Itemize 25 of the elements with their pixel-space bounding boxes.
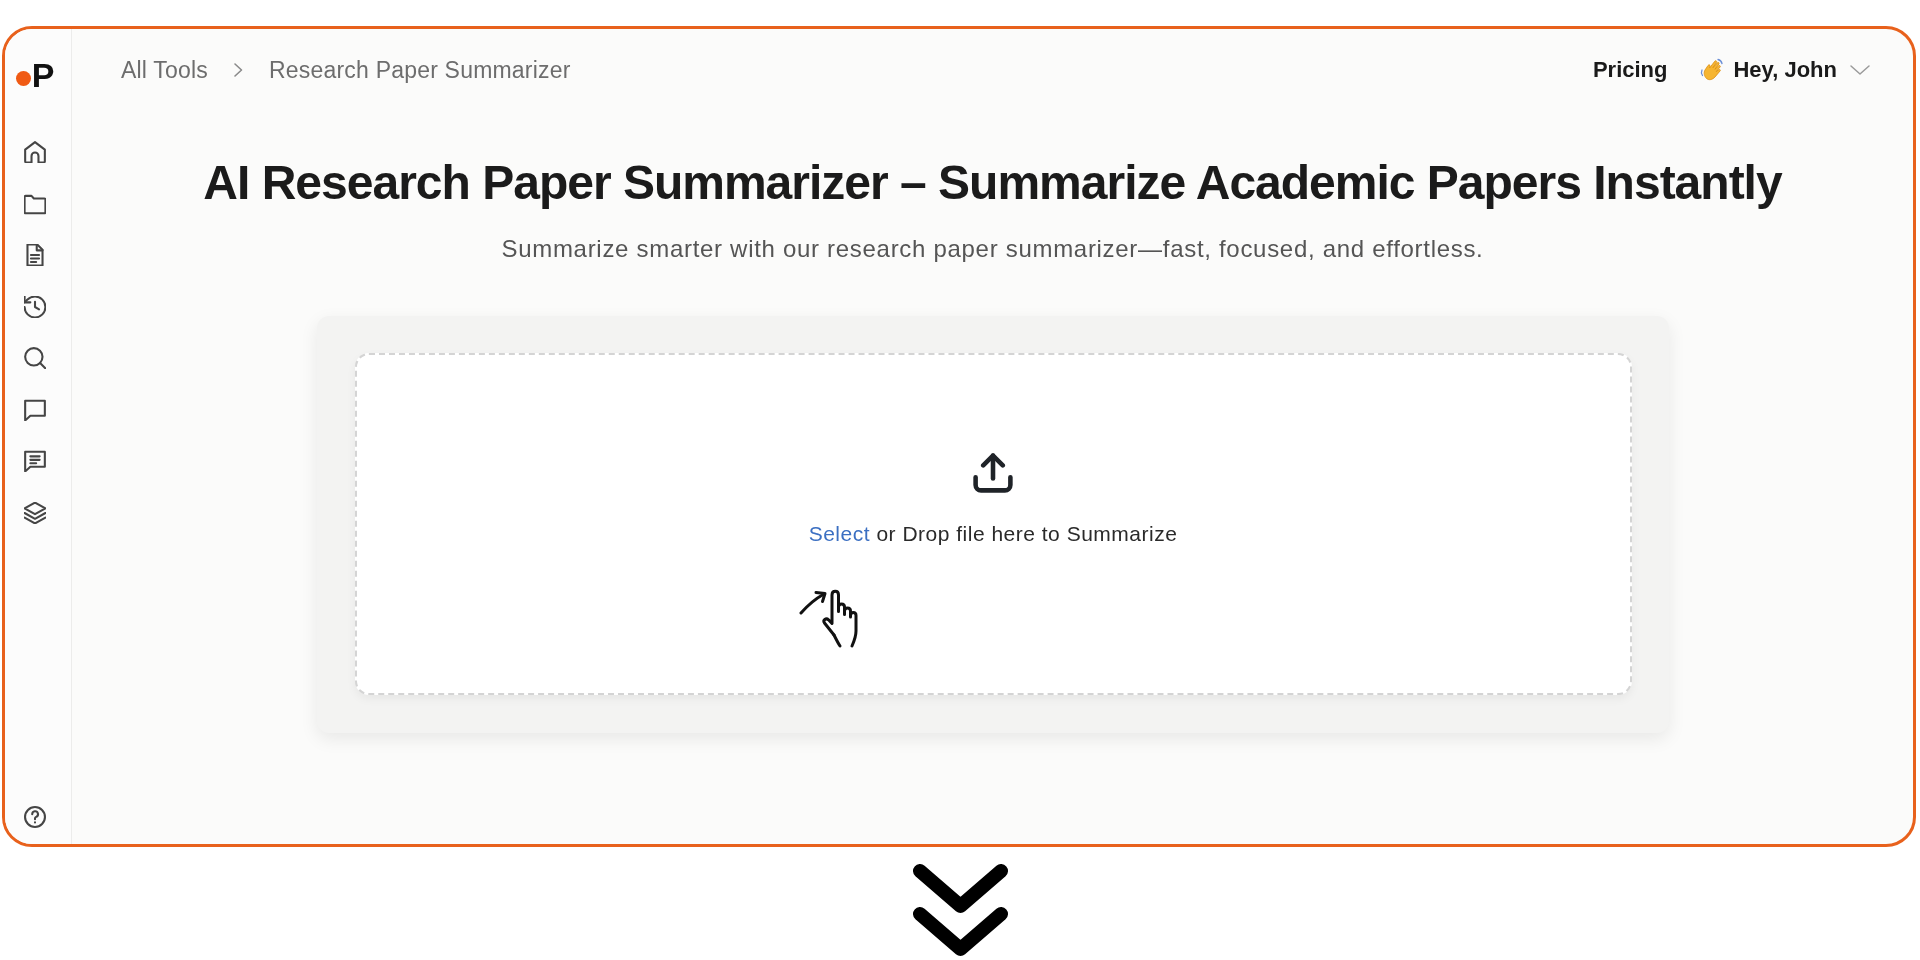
user-menu-button[interactable]: Hey, John: [1699, 57, 1871, 83]
help-icon[interactable]: [24, 806, 46, 828]
upload-icon: [973, 453, 1013, 493]
folder-icon[interactable]: [24, 192, 46, 215]
page-subtitle: Summarize smarter with our research paper summarizer—fast, focused, and effortless.: [501, 234, 1484, 264]
pricing-link[interactable]: Pricing: [1592, 57, 1668, 83]
breadcrumb-current: Research Paper Summarizer: [269, 56, 571, 84]
drop-instructions: Select or Drop file here to Summarize: [808, 521, 1178, 547]
waving-hand-icon: [1699, 57, 1726, 83]
logo-letter[interactable]: P: [31, 59, 55, 91]
page-title: AI Research Paper Summarizer – Summarize Academic Papers Instantly: [203, 155, 1782, 211]
chevron-right-icon: [233, 62, 245, 78]
layers-icon[interactable]: [24, 501, 46, 524]
chevron-down-icon: [1849, 64, 1871, 76]
search-icon[interactable]: [24, 347, 46, 369]
double-chevron-down-icon: [912, 864, 1008, 956]
history-icon[interactable]: [24, 295, 46, 318]
home-icon[interactable]: [24, 141, 46, 163]
breadcrumb-link[interactable]: All Tools: [121, 56, 209, 84]
select-file-link[interactable]: Select: [808, 522, 871, 545]
logo-dot-icon: [15, 71, 31, 86]
chat-bubble-icon[interactable]: [24, 398, 46, 421]
file-drop-zone[interactable]: Select or Drop file here to Summarize: [354, 353, 1632, 695]
document-icon[interactable]: [24, 244, 46, 266]
message-lines-icon[interactable]: [24, 450, 46, 472]
